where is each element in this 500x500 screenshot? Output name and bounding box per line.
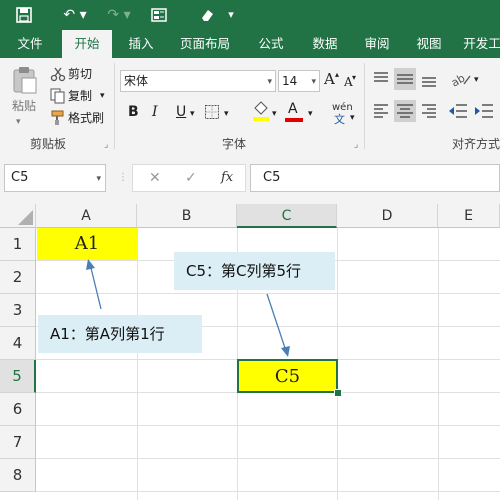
annotation-arrows [86, 259, 290, 357]
arrow-to-a1 [86, 259, 102, 310]
arrow-to-c5 [266, 293, 290, 357]
